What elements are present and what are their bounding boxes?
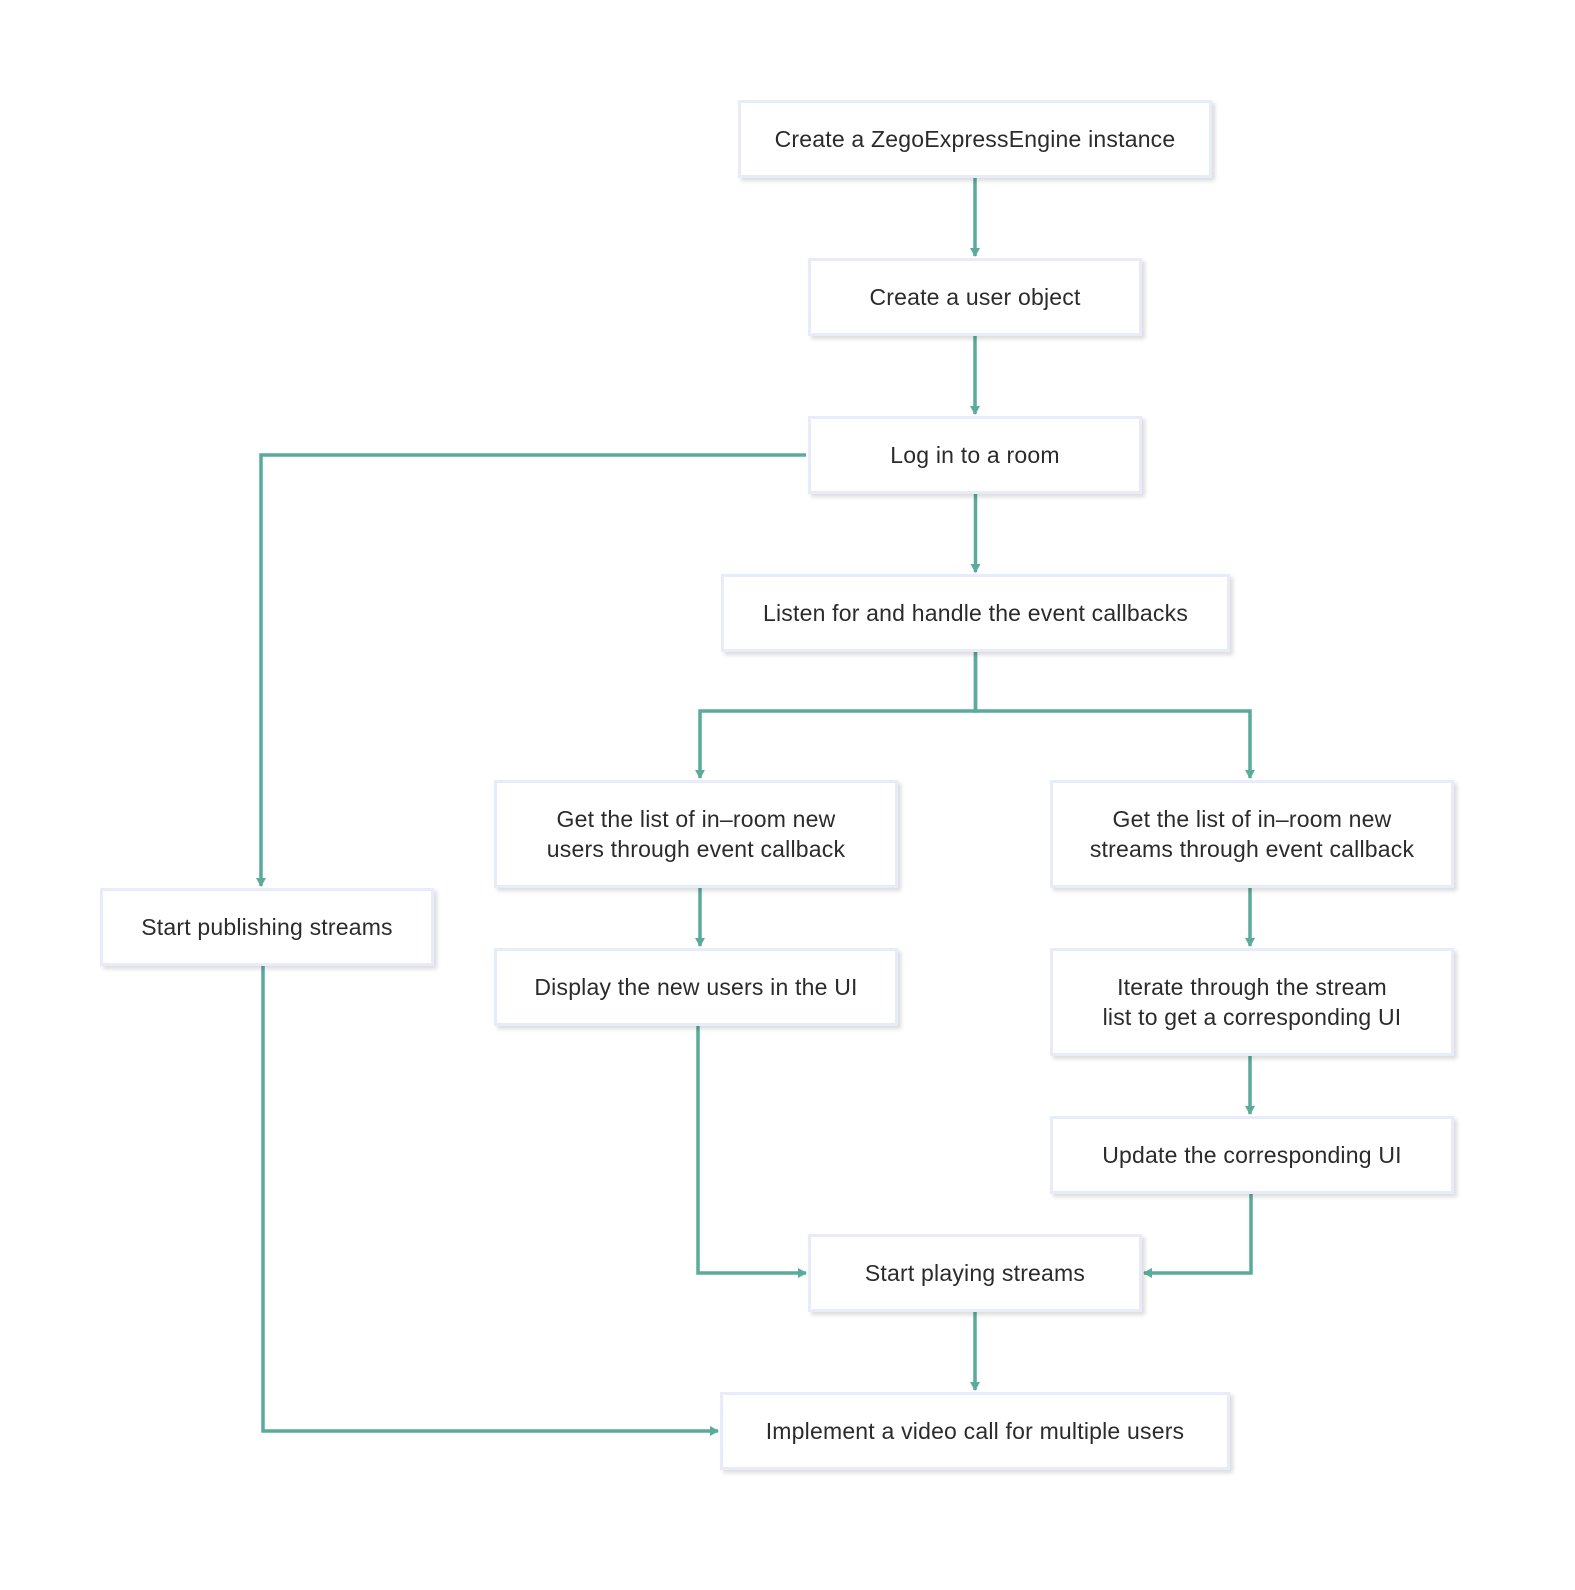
node-display-new-users: Display the new users in the UI	[494, 948, 898, 1026]
node-create-user: Create a user object	[808, 258, 1142, 336]
edge-update-ui-to-start-playing	[1143, 1194, 1253, 1278]
flowchart: Create a ZegoExpressEngine instance Crea…	[0, 0, 1575, 1590]
node-label: Log in to a room	[890, 442, 1060, 468]
node-start-playing: Start playing streams	[808, 1234, 1142, 1312]
node-label: Iterate through the stream list to get a…	[1102, 974, 1402, 1030]
node-label: Create a ZegoExpressEngine instance	[774, 126, 1176, 152]
node-label: Listen for and handle the event callback…	[762, 600, 1189, 626]
node-start-publishing: Start publishing streams	[100, 888, 434, 966]
edge-listen-callbacks-to-get-new-streams	[973, 652, 1255, 779]
node-label: Update the corresponding UI	[1102, 1142, 1402, 1168]
node-iterate-stream-list: Iterate through the stream list to get a…	[1050, 948, 1454, 1056]
edge-listen-callbacks-to-get-new-users	[695, 652, 978, 779]
node-label: Get the list of in–room new streams thro…	[1089, 806, 1415, 862]
node-update-ui: Update the corresponding UI	[1050, 1116, 1454, 1194]
node-login-room: Log in to a room	[808, 416, 1142, 494]
node-label: Get the list of in–room new users throug…	[546, 806, 846, 862]
node-label: Start publishing streams	[141, 914, 393, 940]
edge-display-new-users-to-start-playing	[696, 1026, 807, 1278]
edge-start-publishing-to-implement-video-call	[261, 966, 719, 1436]
node-get-new-streams: Get the list of in–room new streams thro…	[1050, 780, 1454, 888]
node-listen-callbacks: Listen for and handle the event callback…	[721, 574, 1230, 652]
node-label: Display the new users in the UI	[534, 974, 858, 1000]
node-label: Create a user object	[869, 284, 1081, 310]
node-get-new-users: Get the list of in–room new users throug…	[494, 780, 898, 888]
node-implement-video-call: Implement a video call for multiple user…	[720, 1392, 1230, 1470]
node-label: Implement a video call for multiple user…	[765, 1418, 1185, 1444]
node-create-engine: Create a ZegoExpressEngine instance	[738, 100, 1212, 178]
node-label: Start playing streams	[864, 1260, 1086, 1286]
